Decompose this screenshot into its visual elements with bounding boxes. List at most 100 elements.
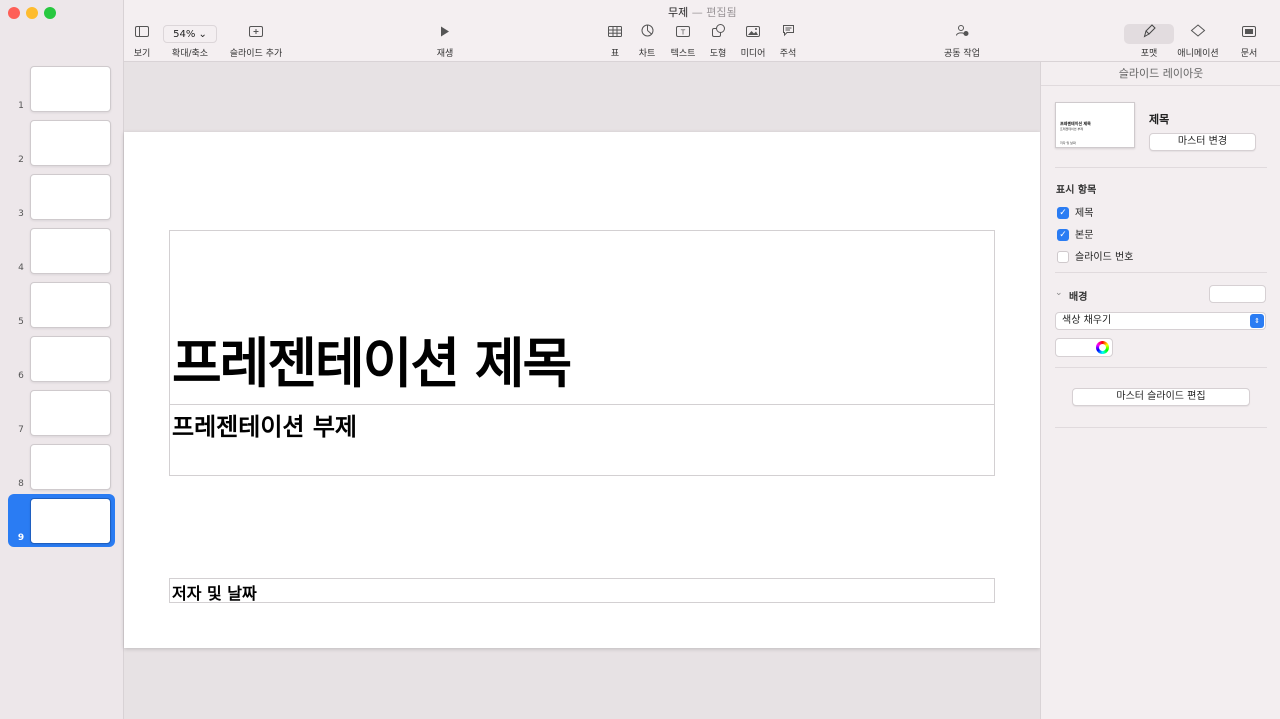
appearance-slide-number-row[interactable]: 슬라이드 번호 [1057, 248, 1133, 263]
slide-number: 4 [18, 263, 24, 273]
media-button[interactable]: 미디어 [738, 24, 768, 59]
svg-text:T: T [680, 29, 686, 37]
collaborate-icon [938, 24, 986, 42]
window-minimize-button[interactable] [26, 7, 38, 19]
chevron-down-icon: ⌄ [198, 29, 207, 40]
slide-thumbnail-5[interactable] [30, 282, 111, 328]
text-button[interactable]: T 텍스트 [666, 24, 700, 59]
document-button[interactable]: 문서 [1236, 24, 1262, 59]
slide-number: 2 [18, 155, 24, 165]
slide-navigator: 1 2 3 4 5 6 7 8 9 [0, 0, 124, 719]
text-box-icon: T [666, 24, 700, 42]
text-label: 텍스트 [670, 49, 696, 59]
master-slide-thumbnail[interactable]: 프레젠테이션 제목 프레젠테이션 부제 저자 및 날짜 [1055, 102, 1135, 148]
add-slide-button[interactable]: 슬라이드 추가 [226, 24, 286, 59]
play-label: 재생 [436, 49, 454, 59]
document-label: 문서 [1240, 49, 1258, 59]
window-title: 무제 — 편집됨 [668, 4, 737, 20]
inspector-header: 슬라이드 레이아웃 [1041, 62, 1280, 86]
animate-label: 애니메이션 [1177, 49, 1219, 59]
divider [1055, 427, 1267, 428]
table-button[interactable]: 표 [604, 24, 626, 59]
shape-label: 도형 [709, 49, 727, 59]
zoom-label: 확대/축소 [171, 49, 209, 59]
window-zoom-button[interactable] [44, 7, 56, 19]
body-checkbox[interactable]: ✓ [1057, 229, 1069, 241]
chart-button[interactable]: 차트 [634, 24, 660, 59]
slide-thumbnail-2[interactable] [30, 120, 111, 166]
background-color-swatch[interactable] [1209, 285, 1266, 303]
appearance-title-row[interactable]: ✓ 제목 [1057, 204, 1093, 219]
master-thumb-author: 저자 및 날짜 [1060, 141, 1076, 145]
divider [1055, 272, 1267, 273]
appearance-title: 표시 항목 [1056, 185, 1097, 196]
slide-author-date[interactable]: 저자 및 날짜 [172, 580, 257, 604]
fill-type-value: 색상 채우기 [1062, 315, 1112, 326]
comment-button[interactable]: 주석 [776, 24, 800, 59]
fill-type-select[interactable]: 색상 채우기 ⇕ [1055, 312, 1266, 330]
animate-button[interactable]: 애니메이션 [1174, 24, 1222, 59]
slide-thumbnail-6[interactable] [30, 336, 111, 382]
collaborate-label: 공동 작업 [944, 49, 980, 59]
slide-thumbnail-8[interactable] [30, 444, 111, 490]
slide-number: 5 [18, 317, 24, 327]
slide-number-checkbox[interactable] [1057, 251, 1069, 263]
zoom-dropdown[interactable]: 54% ⌄ [163, 25, 217, 43]
slide-thumbnail-4[interactable] [30, 228, 111, 274]
chevron-down-icon[interactable]: ⌄ [1055, 288, 1063, 298]
comment-icon [776, 24, 800, 42]
table-icon [604, 24, 626, 42]
master-thumb-subtitle: 프레젠테이션 부제 [1060, 127, 1084, 131]
change-master-button[interactable]: 마스터 변경 [1149, 133, 1256, 151]
format-button[interactable]: 포맷 [1132, 24, 1166, 59]
window-close-button[interactable] [8, 7, 20, 19]
document-name: 무제 [668, 6, 689, 19]
play-button[interactable]: 재생 [430, 24, 460, 59]
add-slide-label: 슬라이드 추가 [229, 49, 283, 59]
title-placeholder[interactable]: 프레젠테이션 제목 [169, 230, 995, 405]
toolbar: 무제 — 편집됨 보기 54% ⌄ 확대/축소 슬라이드 추가 재생 표 차트 … [124, 0, 1280, 62]
zoom-control[interactable]: 54% ⌄ 확대/축소 [162, 24, 218, 59]
slide-thumbnail-9[interactable] [30, 498, 111, 544]
slide-subtitle[interactable]: 프레젠테이션 부제 [172, 407, 357, 442]
slide-number: 3 [18, 209, 24, 219]
view-button[interactable]: 보기 [130, 24, 154, 59]
slide[interactable]: 프레젠테이션 제목 프레젠테이션 부제 저자 및 날짜 [124, 132, 1040, 648]
divider [1055, 167, 1267, 168]
select-arrows-icon: ⇕ [1250, 314, 1264, 328]
comment-label: 주석 [779, 49, 797, 59]
divider [1055, 367, 1267, 368]
slide-title[interactable]: 프레젠테이션 제목 [172, 319, 572, 398]
slide-thumbnail-1[interactable] [30, 66, 111, 112]
subtitle-placeholder[interactable]: 프레젠테이션 부제 [169, 404, 995, 476]
document-icon [1236, 24, 1262, 42]
chart-label: 차트 [638, 49, 656, 59]
sidebar-icon [130, 24, 154, 42]
color-well[interactable] [1055, 338, 1113, 357]
checkbox-label: 제목 [1075, 208, 1094, 219]
collaborate-button[interactable]: 공동 작업 [938, 24, 986, 59]
appearance-body-row[interactable]: ✓ 본문 [1057, 226, 1093, 241]
media-label: 미디어 [740, 49, 766, 59]
slide-canvas[interactable]: 프레젠테이션 제목 프레젠테이션 부제 저자 및 날짜 [124, 62, 1040, 719]
checkbox-label: 슬라이드 번호 [1075, 252, 1134, 263]
color-wheel-icon[interactable] [1096, 341, 1109, 354]
chart-icon [634, 24, 660, 42]
title-checkbox[interactable]: ✓ [1057, 207, 1069, 219]
paintbrush-icon [1132, 24, 1166, 42]
slide-number: 6 [18, 371, 24, 381]
format-label: 포맷 [1140, 49, 1158, 59]
slide-thumbnail-3[interactable] [30, 174, 111, 220]
background-title: 배경 [1069, 292, 1088, 303]
slide-thumbnail-7[interactable] [30, 390, 111, 436]
document-status: 편집됨 [706, 6, 737, 19]
slide-number: 9 [17, 533, 25, 543]
add-slide-icon [226, 24, 286, 42]
edit-master-slide-button[interactable]: 마스터 슬라이드 편집 [1072, 388, 1250, 406]
shape-button[interactable]: 도형 [704, 24, 732, 59]
format-inspector: 슬라이드 레이아웃 프레젠테이션 제목 프레젠테이션 부제 저자 및 날짜 제목… [1040, 62, 1280, 719]
master-name: 제목 [1149, 113, 1170, 126]
author-date-placeholder[interactable]: 저자 및 날짜 [169, 578, 995, 603]
checkbox-label: 본문 [1075, 230, 1094, 241]
view-label: 보기 [133, 49, 151, 59]
